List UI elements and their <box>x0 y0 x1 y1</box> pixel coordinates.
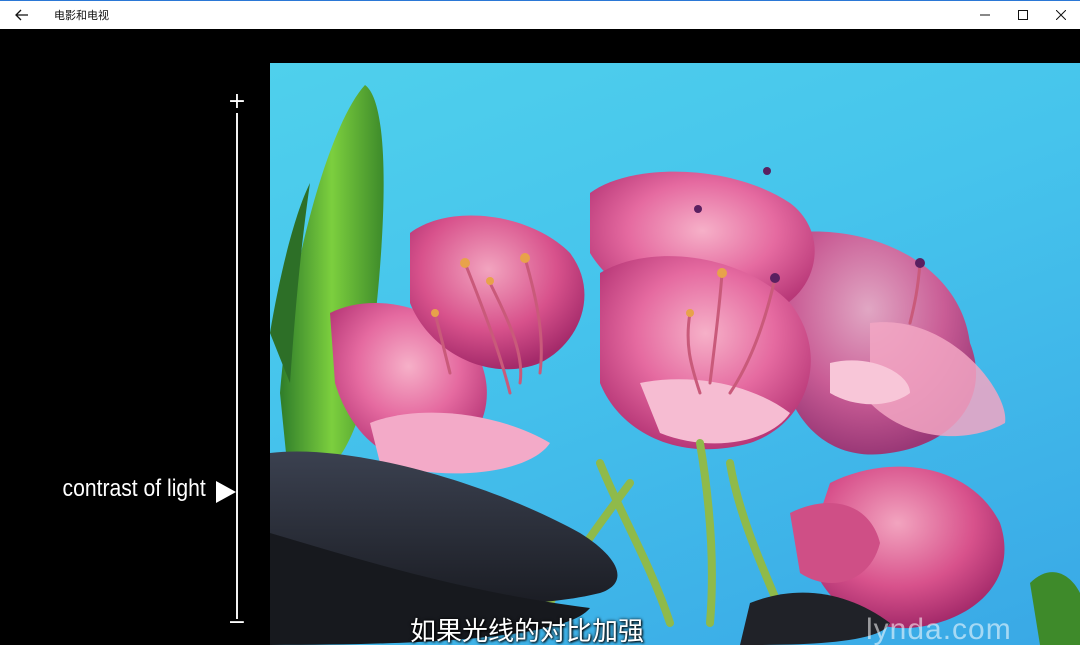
back-button[interactable] <box>0 1 44 29</box>
video-player[interactable]: + − contrast of light 如果光线的对比加强 lynda.co… <box>0 29 1080 645</box>
window-controls <box>966 1 1080 29</box>
flower-image <box>270 85 1080 645</box>
video-frame: 如果光线的对比加强 lynda.com <box>270 63 1080 645</box>
contrast-scale: + − contrast of light <box>0 29 270 645</box>
minimize-button[interactable] <box>966 1 1004 29</box>
video-subtitle: 如果光线的对比加强 <box>410 617 645 645</box>
back-arrow-icon <box>15 9 28 21</box>
app-title: 电影和电视 <box>54 9 109 22</box>
close-button[interactable] <box>1042 1 1080 29</box>
triangle-right-icon <box>216 481 236 503</box>
minimize-icon <box>980 14 990 16</box>
maximize-button[interactable] <box>1004 1 1042 29</box>
scale-plus-label: + <box>227 89 247 114</box>
app-window: 电影和电视 + − contrast of light 如果光线的对比加强 ly… <box>0 0 1080 645</box>
maximize-icon <box>1018 10 1028 20</box>
close-icon <box>1056 10 1066 20</box>
scale-minus-label: − <box>227 610 247 635</box>
scale-label: contrast of light <box>62 475 206 502</box>
title-bar: 电影和电视 <box>0 0 1080 29</box>
watermark-logo: lynda.com <box>866 613 1012 645</box>
scale-line <box>236 113 238 619</box>
